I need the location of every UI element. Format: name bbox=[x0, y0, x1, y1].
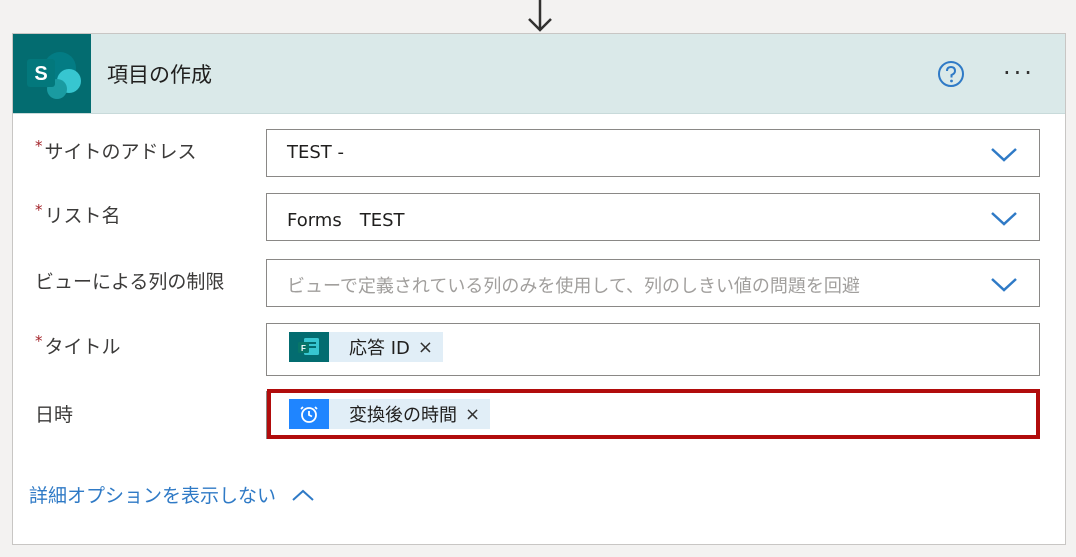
token-label: 応答 ID bbox=[349, 338, 410, 359]
site-address-label: * サイトのアドレス bbox=[35, 137, 197, 164]
help-icon[interactable] bbox=[937, 60, 965, 88]
sharepoint-icon: S bbox=[13, 34, 91, 113]
list-name-dropdown[interactable]: Forms TEST bbox=[266, 193, 1040, 241]
advanced-link-text: 詳細オプションを表示しない bbox=[29, 485, 277, 507]
chevron-down-icon[interactable] bbox=[989, 144, 1019, 164]
required-asterisk: * bbox=[35, 332, 43, 350]
hide-advanced-options-link[interactable]: 詳細オプションを表示しない bbox=[29, 481, 316, 508]
required-asterisk: * bbox=[35, 137, 43, 155]
more-options-button[interactable]: ··· bbox=[1003, 58, 1047, 88]
limit-columns-placeholder: ビューで定義されている列のみを使用して、列のしきい値の問題を回避 bbox=[287, 276, 860, 297]
remove-token-button[interactable]: × bbox=[418, 337, 443, 358]
svg-text:F: F bbox=[301, 344, 306, 353]
list-name-label-text: リスト名 bbox=[44, 205, 121, 227]
highlight-box bbox=[267, 389, 1040, 439]
create-item-action-card: S 項目の作成 ··· * サイトのアドレス TEST - * リスト名 Forms… bbox=[12, 33, 1066, 545]
site-address-label-text: サイトのアドレス bbox=[44, 141, 197, 163]
title-label-text: タイトル bbox=[44, 336, 121, 358]
action-header[interactable]: S 項目の作成 ··· bbox=[13, 34, 1065, 114]
chevron-down-icon[interactable] bbox=[989, 208, 1019, 228]
svg-text:S: S bbox=[34, 63, 47, 85]
action-title: 項目の作成 bbox=[107, 63, 212, 87]
required-asterisk: * bbox=[35, 201, 43, 219]
title-input[interactable]: F 応答 ID × bbox=[266, 323, 1040, 376]
site-address-dropdown[interactable]: TEST - bbox=[266, 129, 1040, 177]
forms-icon: F bbox=[289, 332, 329, 362]
list-name-label: * リスト名 bbox=[35, 201, 121, 228]
list-name-value: Forms TEST bbox=[287, 210, 405, 231]
limit-columns-label: ビューによる列の制限 bbox=[35, 271, 225, 293]
title-label: * タイトル bbox=[35, 332, 121, 359]
arrow-down-icon bbox=[528, 0, 552, 32]
limit-columns-dropdown[interactable]: ビューで定義されている列のみを使用して、列のしきい値の問題を回避 bbox=[266, 259, 1040, 307]
datetime-label: 日時 bbox=[35, 404, 74, 426]
response-id-token[interactable]: F 応答 ID × bbox=[289, 332, 443, 362]
chevron-up-icon bbox=[292, 489, 314, 501]
site-address-value: TEST - bbox=[287, 142, 345, 163]
chevron-down-icon[interactable] bbox=[989, 274, 1019, 294]
